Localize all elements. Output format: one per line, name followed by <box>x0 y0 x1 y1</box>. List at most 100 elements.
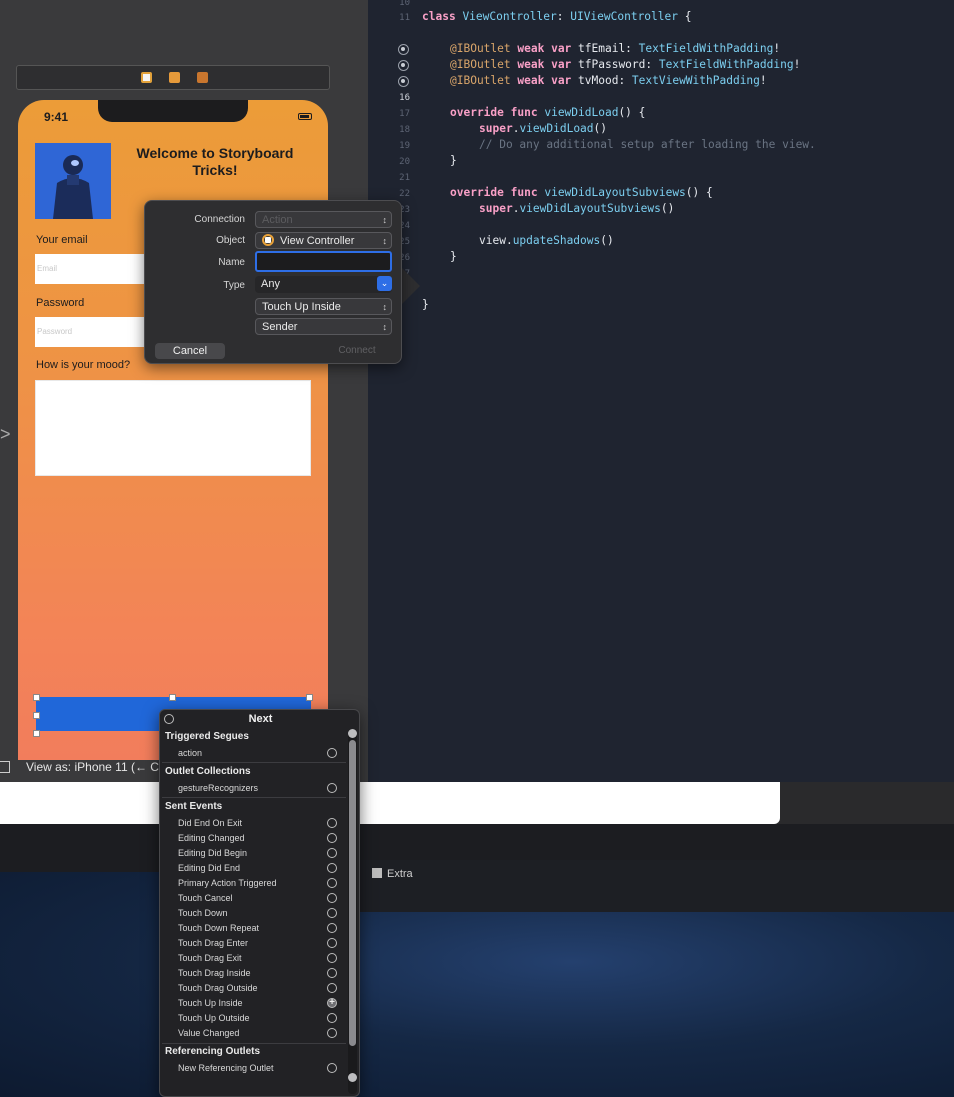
welcome-title: Welcome to Storyboard Tricks! <box>136 145 294 178</box>
extra-label: Extra <box>387 868 413 880</box>
connection-circle-icon[interactable] <box>327 818 337 828</box>
extra-tab[interactable]: Extra <box>372 868 413 880</box>
chevron-updown-icon: ↕ <box>382 302 388 312</box>
connection-circle-icon[interactable] <box>327 783 337 793</box>
resize-handle[interactable] <box>33 730 40 737</box>
code-viewdidload: override func viewDidLoad() { <box>450 106 646 119</box>
mood-text-view[interactable] <box>35 380 311 476</box>
avatar-image[interactable] <box>35 143 111 219</box>
status-time: 9:41 <box>44 110 69 124</box>
sent-event-item: Touch Cancel <box>178 893 233 903</box>
sent-event-item: Touch Up Outside <box>178 1013 250 1023</box>
popover-arrow <box>400 266 420 306</box>
line-number: 17 <box>399 109 410 119</box>
code-close-brace: } <box>450 250 457 263</box>
storyboard-canvas[interactable]: > 9:41 Welcome to Storyboard Tricks! You… <box>0 0 368 785</box>
code-class-declaration: class ViewController: UIViewController { <box>422 10 692 23</box>
connection-value: Action <box>262 214 293 226</box>
view-as-device[interactable]: View as: iPhone 11 (← C <box>26 760 159 774</box>
sent-event-item: Did End On Exit <box>178 818 243 828</box>
iphone-scene[interactable]: 9:41 Welcome to Storyboard Tricks! Your … <box>18 100 328 760</box>
outlet-connected-icon[interactable] <box>398 44 409 55</box>
line-number: 19 <box>399 141 410 151</box>
connect-button[interactable]: Connect <box>327 343 387 359</box>
view-controller-icon[interactable] <box>141 72 152 83</box>
resize-handle[interactable] <box>33 694 40 701</box>
code-viewdidlayout: override func viewDidLayoutSubviews() { <box>450 186 713 199</box>
divider <box>162 762 346 763</box>
robot-figure-icon <box>35 143 111 219</box>
toggle-icon[interactable] <box>0 761 10 773</box>
connection-circle-icon[interactable] <box>327 833 337 843</box>
type-combobox[interactable]: Any ⌄ <box>255 276 392 293</box>
connection-circle-icon[interactable] <box>327 938 337 948</box>
sent-event-item: Touch Drag Exit <box>178 953 242 963</box>
mood-label: How is your mood? <box>36 359 131 371</box>
connection-circle-icon[interactable] <box>327 968 337 978</box>
debug-area <box>0 782 780 824</box>
name-field[interactable] <box>255 251 392 272</box>
cancel-button[interactable]: Cancel <box>155 343 225 359</box>
connection-add-icon[interactable] <box>327 997 337 1008</box>
chevron-updown-icon: ↕ <box>382 236 388 246</box>
outlet-connected-icon[interactable] <box>398 60 409 71</box>
password-label: Password <box>36 297 85 309</box>
connection-circle-icon[interactable] <box>327 748 337 758</box>
first-responder-icon[interactable] <box>169 72 180 83</box>
connection-circle-icon[interactable] <box>327 1013 337 1023</box>
connection-popover: Connection Action ↕ Object View Controlle… <box>144 200 402 364</box>
password-field[interactable]: Password <box>35 317 155 347</box>
connection-circle-icon[interactable] <box>327 908 337 918</box>
entry-point-arrow-icon: > <box>0 424 11 444</box>
connection-circle-icon[interactable] <box>327 863 337 873</box>
sent-event-item: Editing Changed <box>178 833 245 843</box>
code-outlet-email: @IBOutlet weak var tfEmail: TextFieldWit… <box>450 42 781 55</box>
sent-event-item: Touch Up Inside <box>178 998 243 1008</box>
code-editor[interactable]: 10 11 16 17 18 19 20 21 22 23 24 25 26 2… <box>368 0 954 782</box>
email-label: Your email <box>36 234 88 246</box>
list-item: gestureRecognizers <box>178 783 259 793</box>
scroll-up-icon[interactable] <box>348 729 357 738</box>
object-value: View Controller <box>280 235 355 247</box>
line-number: 21 <box>399 173 410 183</box>
chevron-updown-icon: ↕ <box>382 215 388 225</box>
line-number: 20 <box>399 157 410 167</box>
arguments-select[interactable]: Sender ↕ <box>255 318 392 335</box>
connection-circle-icon[interactable] <box>327 1063 337 1073</box>
email-field[interactable]: Email <box>35 254 155 284</box>
battery-icon <box>298 113 312 120</box>
scroll-down-icon[interactable] <box>348 1073 357 1082</box>
line-number: 18 <box>399 125 410 135</box>
line-number: 10 <box>399 0 410 8</box>
console-bar <box>360 860 954 912</box>
arguments-value: Sender <box>262 321 298 333</box>
connection-circle-icon[interactable] <box>327 848 337 858</box>
resize-handle[interactable] <box>33 712 40 719</box>
email-placeholder: Email <box>37 264 58 273</box>
exit-icon[interactable] <box>197 72 208 83</box>
connection-circle-icon[interactable] <box>327 893 337 903</box>
event-select[interactable]: Touch Up Inside ↕ <box>255 298 392 315</box>
connection-circle-icon[interactable] <box>327 1028 337 1038</box>
sent-event-item: Touch Down Repeat <box>178 923 260 933</box>
connection-circle-icon[interactable] <box>327 983 337 993</box>
sent-event-item: Touch Down <box>178 908 228 918</box>
code-outlet-mood: @IBOutlet weak var tvMood: TextViewWithP… <box>450 74 767 87</box>
outlet-connected-icon[interactable] <box>398 76 409 87</box>
sent-event-item: Touch Drag Inside <box>178 968 251 978</box>
line-number: 22 <box>399 189 410 199</box>
resize-handle[interactable] <box>306 694 313 701</box>
list-item: New Referencing Outlet <box>178 1063 274 1073</box>
sent-event-item: Touch Drag Enter <box>178 938 249 948</box>
scene-dock <box>16 65 330 90</box>
resize-handle[interactable] <box>169 694 176 701</box>
connections-hud: Next Triggered Segues action Outlet Coll… <box>159 709 360 1097</box>
chevron-down-icon[interactable]: ⌄ <box>377 276 392 291</box>
scrollbar-thumb[interactable] <box>349 740 356 1046</box>
connection-circle-icon[interactable] <box>327 923 337 933</box>
divider <box>162 1043 346 1044</box>
connection-circle-icon[interactable] <box>327 953 337 963</box>
object-select[interactable]: View Controller ↕ <box>255 232 392 249</box>
connection-select[interactable]: Action ↕ <box>255 211 392 228</box>
connection-circle-icon[interactable] <box>327 878 337 888</box>
